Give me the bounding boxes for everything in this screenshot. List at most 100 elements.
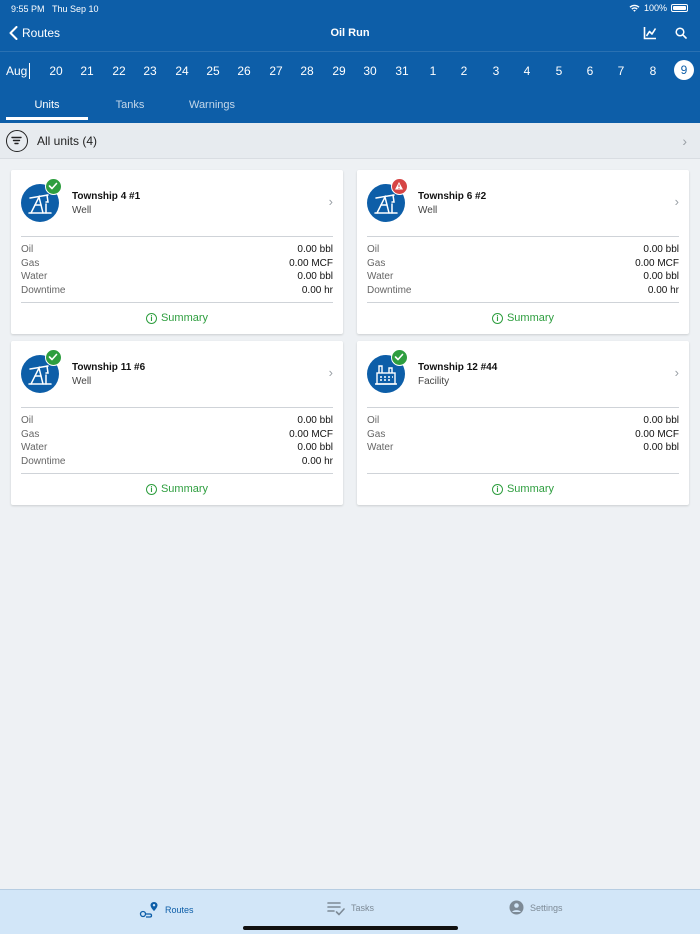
- tab-tanks[interactable]: Tanks: [100, 99, 160, 111]
- date-day[interactable]: 4: [515, 64, 539, 78]
- date-day[interactable]: 27: [264, 64, 288, 78]
- metric-value: 0.00 hr: [647, 285, 679, 296]
- date-month-divider: [29, 63, 30, 79]
- date-day[interactable]: 1: [421, 64, 445, 78]
- card-divider: [367, 473, 679, 474]
- metric-value: 0.00 MCF: [635, 429, 679, 440]
- card-divider: [21, 473, 333, 474]
- metric-label: Oil: [367, 415, 380, 426]
- bottom-tab-label: Tasks: [351, 903, 375, 913]
- bottom-tab-bar: Routes Tasks Settings: [0, 889, 700, 934]
- date-day[interactable]: 29: [327, 64, 351, 78]
- unit-card: Township 11 #6 Well › Oil 0.00 bbl Gas 0.0…: [11, 341, 343, 505]
- metric-value: 0.00 bbl: [643, 244, 679, 255]
- metric-value: 0.00 bbl: [643, 415, 679, 426]
- chevron-right-icon: ›: [328, 194, 333, 209]
- chart-icon: [643, 27, 657, 40]
- metric-value: 0.00 MCF: [289, 258, 333, 269]
- date-day[interactable]: 25: [201, 64, 225, 78]
- metric-label: Downtime: [367, 285, 412, 296]
- date-day[interactable]: 2: [452, 64, 476, 78]
- bottom-tab-label: Settings: [530, 902, 563, 913]
- date-day[interactable]: 23: [138, 64, 162, 78]
- metric-value: 0.00 MCF: [635, 258, 679, 269]
- date-day[interactable]: 5: [547, 64, 571, 78]
- tab-warnings[interactable]: Warnings: [180, 99, 244, 111]
- info-icon: i: [491, 312, 503, 324]
- metric-row: Oil 0.00 bbl: [367, 415, 679, 428]
- date-strip: Aug 20 21 22 23 24 25 26 27 28 29 30 31 …: [0, 51, 700, 91]
- card-divider: [367, 236, 679, 237]
- date-day[interactable]: 7: [609, 64, 633, 78]
- tasks-icon: [327, 902, 345, 916]
- date-day[interactable]: 6: [578, 64, 602, 78]
- summary-button[interactable]: i Summary: [11, 483, 343, 495]
- chevron-right-icon: ›: [674, 365, 679, 380]
- unit-type: Facility: [418, 376, 450, 387]
- tab-units[interactable]: Units: [6, 99, 88, 111]
- wifi-icon: [629, 4, 640, 12]
- metric-value: 0.00 bbl: [297, 271, 333, 282]
- unit-card: Township 12 #44 Facility › Oil 0.00 bbl G…: [357, 341, 689, 505]
- unit-card: Township 6 #2 Well › Oil 0.00 bbl Gas 0.00…: [357, 170, 689, 334]
- date-day[interactable]: 22: [107, 64, 131, 78]
- date-day[interactable]: 8: [641, 64, 665, 78]
- status-ok-badge: [45, 178, 62, 195]
- unit-filter-bar[interactable]: All units (4) ›: [0, 123, 700, 159]
- date-day[interactable]: 21: [75, 64, 99, 78]
- date-day[interactable]: 26: [232, 64, 256, 78]
- date-day[interactable]: 3: [484, 64, 508, 78]
- metric-value: 0.00 bbl: [297, 442, 333, 453]
- info-icon: i: [491, 483, 503, 495]
- status-indicators: 100%: [629, 3, 688, 13]
- metric-value: 0.00 bbl: [643, 442, 679, 453]
- status-ok-badge: [45, 349, 62, 366]
- metric-row: Oil 0.00 bbl: [21, 415, 333, 428]
- filter-label: All units (4): [37, 134, 98, 148]
- chevron-right-icon: ›: [674, 194, 679, 209]
- date-day[interactable]: 20: [44, 64, 68, 78]
- tab-bar: Units Tanks Warnings: [0, 91, 700, 123]
- date-day[interactable]: 31: [390, 64, 414, 78]
- date-day-selected[interactable]: 9: [674, 60, 694, 80]
- metric-label: Gas: [21, 429, 40, 440]
- summary-label: Summary: [160, 312, 209, 324]
- card-divider: [21, 407, 333, 408]
- metric-value: 0.00 bbl: [643, 271, 679, 282]
- chevron-right-icon: ›: [328, 365, 333, 380]
- summary-label: Summary: [160, 483, 209, 495]
- metric-label: Oil: [21, 244, 34, 255]
- metric-value: 0.00 hr: [301, 456, 333, 467]
- unit-card-header[interactable]: Township 11 #6 Well ›: [11, 341, 343, 407]
- date-day[interactable]: 24: [170, 64, 194, 78]
- metric-label: Oil: [367, 244, 380, 255]
- summary-label: Summary: [506, 483, 555, 495]
- unit-card-header[interactable]: Township 4 #1 Well ›: [11, 170, 343, 236]
- metric-row: Gas 0.00 MCF: [367, 258, 679, 271]
- metric-row: Gas 0.00 MCF: [21, 429, 333, 442]
- bottom-tab-settings[interactable]: Settings: [509, 900, 563, 915]
- metric-row: Downtime 0.00 hr: [21, 456, 333, 469]
- card-divider: [367, 302, 679, 303]
- unit-card-header[interactable]: Township 12 #44 Facility ›: [357, 341, 689, 407]
- metric-label: Oil: [21, 415, 34, 426]
- metric-row: Downtime 0.00 hr: [367, 285, 679, 298]
- routes-icon: [139, 902, 158, 918]
- date-day[interactable]: 30: [358, 64, 382, 78]
- metric-label: Gas: [367, 258, 386, 269]
- summary-button[interactable]: i Summary: [357, 483, 689, 495]
- bottom-tab-tasks[interactable]: Tasks: [327, 900, 374, 916]
- home-indicator: [243, 926, 458, 930]
- search-button[interactable]: [675, 26, 687, 44]
- status-ok-badge: [391, 349, 408, 366]
- summary-button[interactable]: i Summary: [357, 312, 689, 324]
- bottom-tab-label: Routes: [165, 905, 194, 915]
- metric-row: Water 0.00 bbl: [21, 442, 333, 455]
- chart-button[interactable]: [643, 26, 657, 45]
- summary-button[interactable]: i Summary: [11, 312, 343, 324]
- card-divider: [21, 302, 333, 303]
- date-day[interactable]: 28: [295, 64, 319, 78]
- unit-card-header[interactable]: Township 6 #2 Well ›: [357, 170, 689, 236]
- metric-label: Water: [367, 442, 394, 453]
- bottom-tab-routes[interactable]: Routes: [139, 900, 194, 920]
